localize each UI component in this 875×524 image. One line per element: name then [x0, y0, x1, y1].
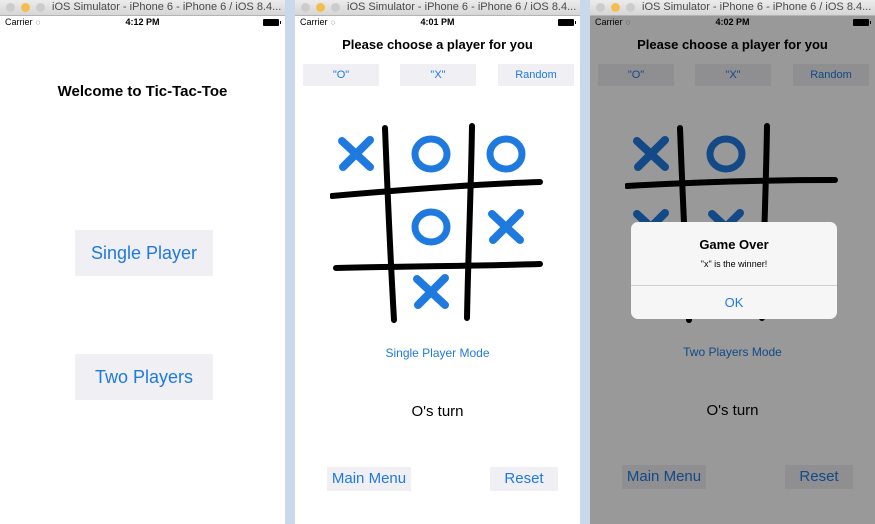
- game-board[interactable]: [330, 120, 545, 325]
- o-mark: [411, 135, 451, 173]
- o-mark: [486, 135, 526, 173]
- close-window-icon[interactable]: [301, 3, 310, 12]
- choose-random-button[interactable]: Random: [498, 64, 574, 86]
- reset-button[interactable]: Reset: [490, 467, 558, 491]
- battery-icon: [263, 19, 281, 26]
- alert-ok-button[interactable]: OK: [631, 286, 837, 319]
- main-menu-button[interactable]: Main Menu: [327, 467, 411, 491]
- minimize-window-icon[interactable]: [316, 3, 325, 12]
- x-mark: [413, 274, 449, 309]
- x-mark: [488, 209, 524, 244]
- o-mark: [411, 208, 451, 246]
- alert-title: Game Over: [699, 237, 769, 252]
- choose-o-button[interactable]: "O": [303, 64, 379, 86]
- game-over-alert: Game Over "x" is the winner! OK: [631, 222, 837, 319]
- grid-line: [330, 179, 543, 199]
- status-bar: Carrier ◌ 4:12 PM: [0, 16, 285, 30]
- window-title: iOS Simulator - iPhone 6 - iPhone 6 / iO…: [642, 1, 872, 13]
- minimize-window-icon[interactable]: [611, 3, 620, 12]
- window-titlebar: iOS Simulator - iPhone 6 - iPhone 6 / iO…: [0, 0, 285, 16]
- simulator-window-single-player: iOS Simulator - iPhone 6 - iPhone 6 / iO…: [295, 0, 580, 524]
- zoom-window-icon[interactable]: [36, 3, 45, 12]
- grid-line: [464, 123, 475, 321]
- turn-label: O's turn: [411, 403, 464, 420]
- simulator-window-two-players: iOS Simulator - iPhone 6 - iPhone 6 / iO…: [590, 0, 875, 524]
- alert-message: "x" is the winner!: [700, 259, 768, 269]
- window-title: iOS Simulator - iPhone 6 - iPhone 6 / iO…: [347, 1, 577, 13]
- window-titlebar: iOS Simulator - iPhone 6 - iPhone 6 / iO…: [295, 0, 580, 16]
- grid-line: [333, 261, 543, 271]
- status-time: 4:12 PM: [125, 17, 160, 27]
- choose-player-heading: Please choose a player for you: [342, 37, 533, 52]
- two-players-button[interactable]: Two Players: [75, 354, 213, 400]
- status-bar: Carrier ◌ 4:01 PM: [295, 16, 580, 30]
- single-player-button[interactable]: Single Player: [75, 230, 213, 276]
- close-window-icon[interactable]: [596, 3, 605, 12]
- choose-x-button[interactable]: "X": [400, 64, 476, 86]
- zoom-window-icon[interactable]: [626, 3, 635, 12]
- close-window-icon[interactable]: [6, 3, 15, 12]
- game-board-svg: [330, 123, 543, 323]
- grid-line: [382, 125, 397, 323]
- x-mark: [338, 136, 374, 171]
- zoom-window-icon[interactable]: [331, 3, 340, 12]
- window-titlebar: iOS Simulator - iPhone 6 - iPhone 6 / iO…: [590, 0, 875, 16]
- battery-icon: [558, 19, 576, 26]
- simulator-window-welcome: iOS Simulator - iPhone 6 - iPhone 6 / iO…: [0, 0, 285, 524]
- status-time: 4:01 PM: [420, 17, 455, 27]
- welcome-title: Welcome to Tic-Tac-Toe: [57, 83, 228, 100]
- game-mode-label: Single Player Mode: [385, 346, 490, 360]
- minimize-window-icon[interactable]: [21, 3, 30, 12]
- window-title: iOS Simulator - iPhone 6 - iPhone 6 / iO…: [52, 1, 282, 13]
